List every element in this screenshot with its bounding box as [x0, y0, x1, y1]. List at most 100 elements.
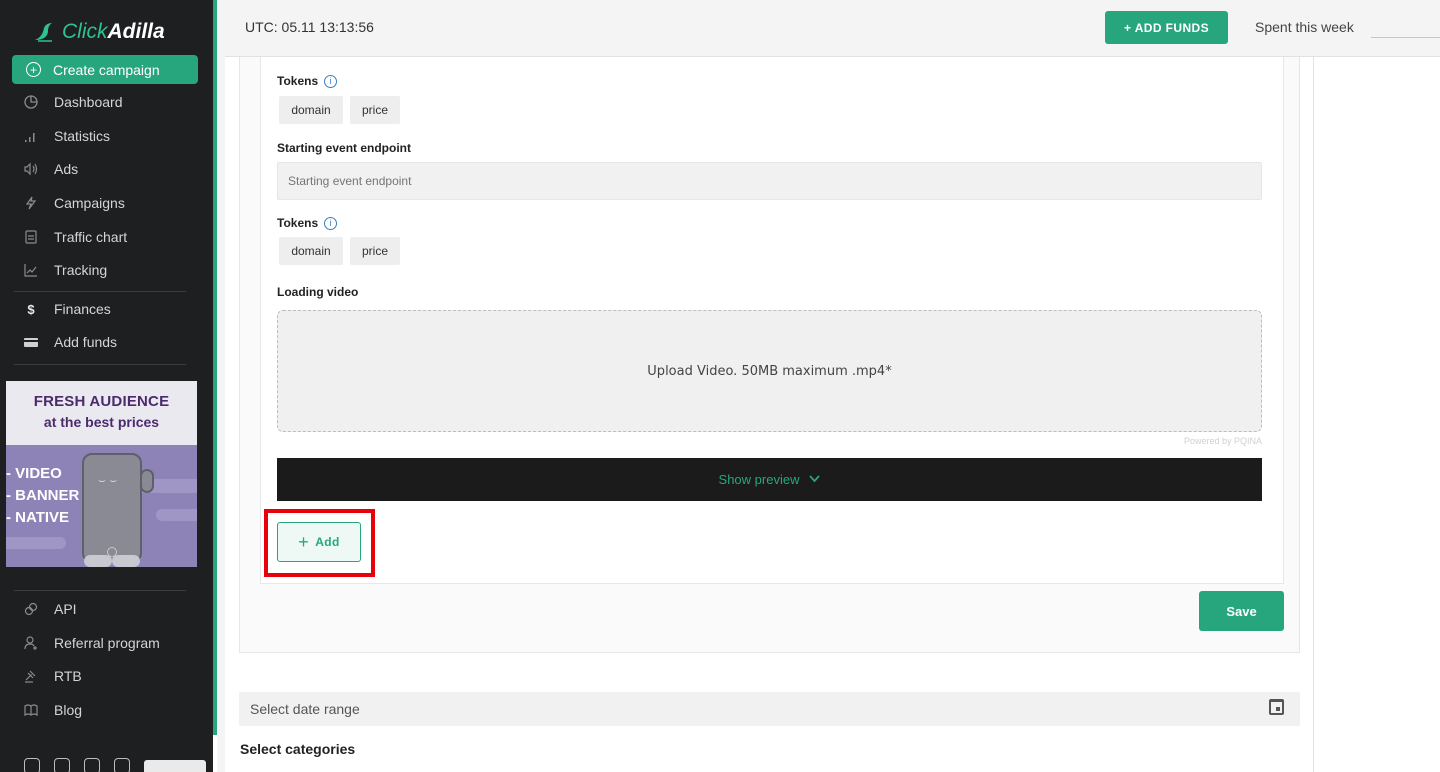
top-bar: UTC: 05.11 13:13:56 + ADD FUNDS Spent th…	[225, 0, 1440, 57]
book-icon	[24, 703, 38, 717]
token-chip-domain[interactable]: domain	[279, 96, 343, 124]
starting-endpoint-input[interactable]	[277, 162, 1262, 200]
line-chart-icon	[24, 263, 38, 277]
promo-subline: at the best prices	[43, 414, 160, 430]
add-event-button[interactable]: + Add	[277, 522, 361, 562]
logo-text-adilla: Adilla	[107, 20, 165, 43]
sidebar-item-dashboard[interactable]: Dashboard	[24, 91, 123, 113]
show-preview-button[interactable]: Show preview	[277, 458, 1262, 501]
date-range-picker[interactable]: Select date range	[239, 692, 1300, 726]
phone-arm	[140, 469, 154, 493]
sidebar-item-label: Dashboard	[54, 94, 123, 110]
sidebar-item-finances[interactable]: $ Finances	[24, 298, 111, 320]
sidebar-item-tracking[interactable]: Tracking	[24, 259, 107, 281]
sidebar-item-referral-program[interactable]: Referral program	[24, 632, 160, 654]
phone-illustration: ⌣ ⌣	[82, 453, 142, 563]
tokens-label-text: Tokens	[277, 216, 319, 230]
language-selector[interactable]	[144, 760, 206, 772]
card-icon	[24, 335, 38, 349]
sidebar-item-label: Referral program	[54, 635, 160, 651]
tokens-label: Tokens i	[277, 74, 338, 88]
sidebar-item-traffic-chart[interactable]: Traffic chart	[24, 226, 127, 248]
logo[interactable]: ClickAdilla	[32, 18, 165, 46]
promo-banner[interactable]: FRESH AUDIENCE at the best prices ⌣ ⌣ - …	[6, 381, 197, 567]
sidebar-item-add-funds[interactable]: Add funds	[24, 331, 117, 353]
sidebar-divider	[14, 291, 186, 292]
sidebar-shadow	[217, 0, 225, 772]
promo-headline: FRESH AUDIENCE	[33, 393, 170, 410]
powered-by-label: Powered by PQINA	[1183, 436, 1262, 446]
promo-formats: - VIDEO - BANNER - NATIVE	[6, 463, 79, 529]
promo-wave	[156, 509, 197, 521]
utc-clock: UTC: 05.11 13:13:56	[245, 19, 374, 35]
logo-bird-icon	[35, 23, 52, 42]
show-preview-label: Show preview	[718, 472, 800, 487]
sidebar-item-label: Blog	[54, 702, 83, 718]
sidebar-item-rtb[interactable]: RTB	[24, 665, 82, 687]
loading-video-label: Loading video	[277, 285, 359, 299]
plus-circle-icon: +	[26, 62, 41, 77]
info-icon[interactable]: i	[324, 74, 338, 88]
link-icon	[24, 602, 38, 616]
phone-foot	[112, 555, 140, 567]
promo-wave	[6, 537, 66, 549]
document-icon	[24, 230, 38, 244]
user-add-icon	[24, 636, 38, 650]
footer-icon[interactable]	[114, 758, 130, 772]
footer-icon[interactable]	[84, 758, 100, 772]
speaker-icon	[24, 162, 38, 176]
sidebar-footer-icons	[24, 758, 130, 772]
upload-hint: Upload Video. 50MB maximum .mp4*	[647, 363, 892, 379]
sidebar-item-label: Campaigns	[54, 195, 125, 211]
sidebar-item-ads[interactable]: Ads	[24, 158, 78, 180]
sidebar-divider	[14, 590, 186, 591]
pie-chart-icon	[24, 95, 38, 109]
plus-icon: +	[298, 532, 310, 552]
sidebar-item-label: Ads	[54, 161, 79, 177]
select-categories-heading: Select categories	[240, 741, 356, 757]
spent-this-week-value	[1371, 37, 1440, 38]
promo-format-banner: - BANNER	[6, 487, 80, 504]
add-funds-button[interactable]: + ADD FUNDS	[1105, 11, 1228, 44]
right-panel-divider	[1313, 57, 1314, 772]
sidebar-item-label: Statistics	[54, 128, 111, 144]
calendar-icon[interactable]	[1269, 699, 1284, 715]
tokens-label-text: Tokens	[277, 74, 319, 88]
create-campaign-label: Create campaign	[53, 61, 160, 78]
video-upload-dropzone[interactable]: Upload Video. 50MB maximum .mp4*	[277, 310, 1262, 432]
bar-chart-icon	[24, 129, 38, 143]
sidebar-item-campaigns[interactable]: Campaigns	[24, 192, 125, 214]
promo-format-native: - NATIVE	[6, 509, 70, 526]
promo-format-video: - VIDEO	[6, 465, 62, 482]
logo-text-click: Click	[62, 20, 108, 43]
sidebar-item-label: Tracking	[54, 262, 108, 278]
footer-icon[interactable]	[24, 758, 40, 772]
sidebar-item-api[interactable]: API	[24, 598, 77, 620]
sidebar-item-label: Add funds	[54, 334, 118, 350]
token-chip-price[interactable]: price	[350, 96, 400, 124]
tokens-label: Tokens i	[277, 216, 338, 230]
sidebar-item-statistics[interactable]: Statistics	[24, 125, 110, 147]
dollar-icon: $	[27, 301, 35, 317]
create-campaign-button[interactable]: + Create campaign	[12, 55, 198, 84]
sidebar-item-label: Traffic chart	[54, 229, 128, 245]
date-range-placeholder: Select date range	[250, 701, 360, 717]
sidebar-item-label: Finances	[54, 301, 111, 317]
lightning-icon	[24, 196, 38, 210]
phone-foot	[84, 555, 112, 567]
info-icon[interactable]: i	[324, 216, 338, 230]
save-button[interactable]: Save	[1199, 591, 1284, 631]
footer-icon[interactable]	[54, 758, 70, 772]
sidebar: ClickAdilla + Create campaign Dashboard …	[0, 0, 213, 772]
token-chip-domain[interactable]: domain	[279, 237, 343, 265]
promo-header	[6, 381, 197, 445]
gavel-icon	[24, 669, 38, 683]
phone-face: ⌣ ⌣	[98, 473, 118, 487]
chevron-down-icon	[809, 474, 821, 486]
sidebar-item-blog[interactable]: Blog	[24, 699, 82, 721]
token-chip-price[interactable]: price	[350, 237, 400, 265]
starting-endpoint-label: Starting event endpoint	[277, 141, 412, 155]
add-label: Add	[315, 535, 340, 549]
sidebar-divider	[14, 364, 186, 365]
spent-this-week-label: Spent this week	[1255, 19, 1354, 35]
